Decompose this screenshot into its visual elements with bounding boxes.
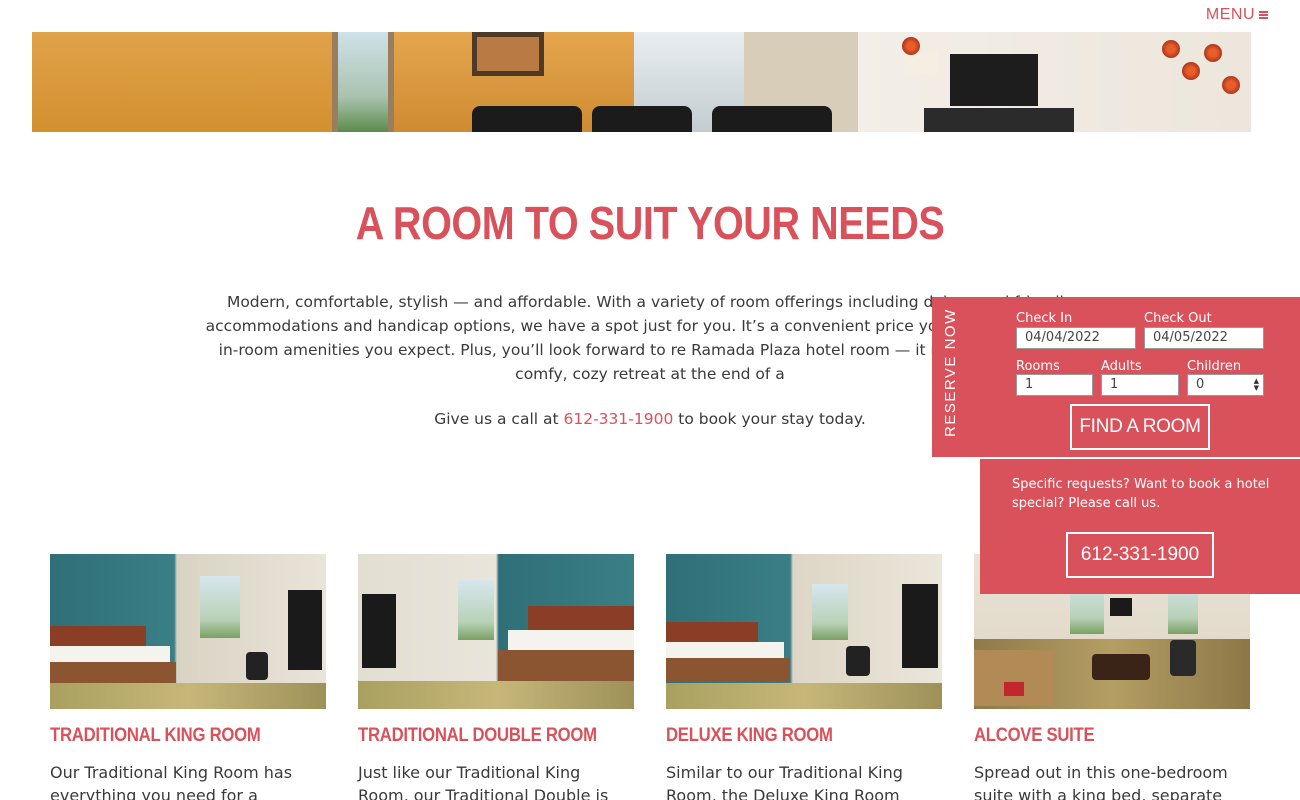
room-title[interactable]: ALCOVE SUITE [974, 725, 1217, 747]
spinner-icon[interactable]: ▲ ▼ [1254, 378, 1259, 392]
room-card[interactable]: DELUXE KING ROOM Similar to our Traditio… [666, 554, 942, 800]
children-value: 0 [1196, 377, 1205, 392]
special-requests-panel: Specific requests? Want to book a hotel … [980, 459, 1300, 594]
call-suffix: to book your stay today. [678, 410, 866, 428]
room-card[interactable]: TRADITIONAL KING ROOM Our Traditional Ki… [50, 554, 326, 800]
adults-input[interactable]: 1 [1101, 374, 1179, 396]
reserve-now-label[interactable]: RESERVE NOW [942, 308, 959, 437]
check-out-label: Check Out [1144, 311, 1212, 326]
room-description: Spread out in this one-bedroom suite wit… [974, 763, 1228, 800]
menu-button[interactable]: MENU [1206, 6, 1268, 24]
hamburger-icon [1259, 11, 1268, 19]
rooms-label: Rooms [1016, 359, 1060, 374]
phone-link[interactable]: 612-331-1900 [564, 410, 674, 428]
room-description: Our Traditional King Room has everything… [50, 763, 293, 800]
check-in-input[interactable]: 04/04/2022 [1016, 327, 1136, 349]
room-photo[interactable] [358, 554, 634, 709]
reservation-widget: RESERVE NOW Check In 04/04/2022 Check Ou… [932, 297, 1300, 457]
room-photo[interactable] [666, 554, 942, 709]
rooms-input[interactable]: 1 [1016, 374, 1093, 396]
section-title: A ROOM TO SUIT YOUR NEEDS [355, 197, 945, 249]
room-card[interactable]: TRADITIONAL DOUBLE ROOM Just like our Tr… [358, 554, 634, 800]
call-phone-button[interactable]: 612-331-1900 [1066, 532, 1214, 578]
room-title[interactable]: DELUXE KING ROOM [666, 725, 909, 747]
room-title[interactable]: TRADITIONAL KING ROOM [50, 725, 293, 747]
room-description: Just like our Traditional King Room, our… [358, 763, 609, 800]
children-label: Children [1187, 359, 1242, 374]
special-requests-text: Specific requests? Want to book a hotel … [1012, 477, 1270, 511]
room-photo[interactable] [50, 554, 326, 709]
room-description: Similar to our Traditional King Room, th… [666, 763, 903, 800]
hero-image [32, 32, 1251, 132]
check-in-label: Check In [1016, 311, 1073, 326]
room-title[interactable]: TRADITIONAL DOUBLE ROOM [358, 725, 601, 747]
adults-label: Adults [1101, 359, 1142, 374]
menu-label: MENU [1205, 6, 1255, 23]
call-prefix: Give us a call at [434, 410, 559, 428]
check-out-input[interactable]: 04/05/2022 [1144, 327, 1264, 349]
children-input[interactable]: 0 ▲ ▼ [1187, 374, 1264, 396]
find-a-room-button[interactable]: FIND A ROOM [1070, 404, 1210, 450]
